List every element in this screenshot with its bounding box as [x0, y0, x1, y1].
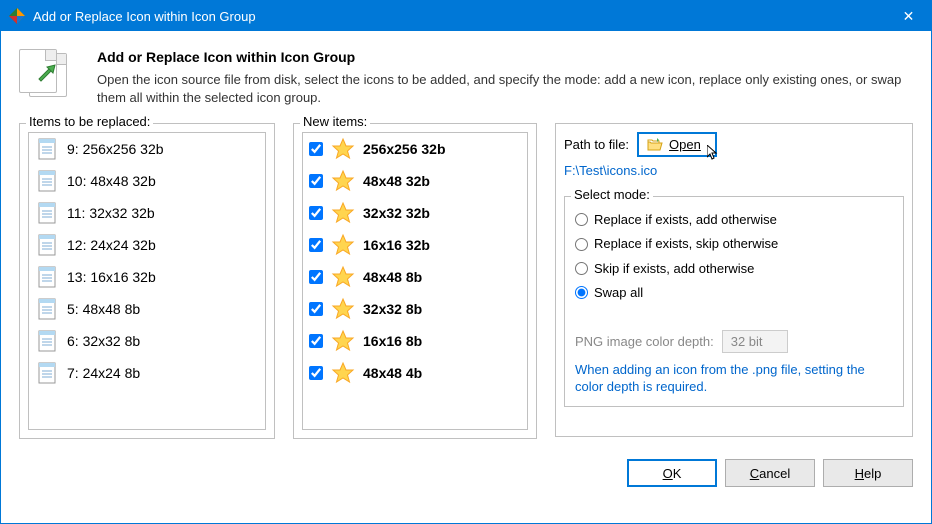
item-label: 12: 24x24 32b	[67, 237, 156, 253]
item-label: 13: 16x16 32b	[67, 269, 156, 285]
notepad-icon	[35, 265, 59, 289]
help-button[interactable]: Help	[823, 459, 913, 487]
notepad-icon	[35, 361, 59, 385]
folder-open-icon	[647, 138, 663, 152]
item-checkbox[interactable]	[309, 142, 323, 156]
mode-option[interactable]: Replace if exists, skip otherwise	[575, 231, 893, 255]
item-label: 256x256 32b	[363, 141, 446, 157]
mode-label: Swap all	[594, 285, 643, 300]
star-icon	[331, 137, 355, 161]
item-label: 5: 48x48 8b	[67, 301, 140, 317]
open-button-label: Open	[669, 137, 701, 152]
list-item[interactable]: 16x16 32b	[303, 229, 527, 261]
mode-label: Replace if exists, skip otherwise	[594, 237, 778, 252]
list-item[interactable]: 256x256 32b	[303, 133, 527, 165]
item-checkbox[interactable]	[309, 270, 323, 284]
png-depth-note: When adding an icon from the .png file, …	[575, 361, 893, 396]
mode-radio[interactable]	[575, 262, 588, 275]
notepad-icon	[35, 137, 59, 161]
item-label: 48x48 32b	[363, 173, 430, 189]
notepad-icon	[35, 297, 59, 321]
star-icon	[331, 361, 355, 385]
dialog-footer: OK Cancel Help	[1, 451, 931, 487]
mode-radio[interactable]	[575, 238, 588, 251]
list-item[interactable]: 32x32 32b	[303, 197, 527, 229]
mode-radio[interactable]	[575, 286, 588, 299]
item-checkbox[interactable]	[309, 334, 323, 348]
item-label: 32x32 32b	[363, 205, 430, 221]
list-item[interactable]: 5: 48x48 8b	[29, 293, 265, 325]
select-mode-label: Select mode:	[571, 187, 653, 202]
list-item[interactable]: 11: 32x32 32b	[29, 197, 265, 229]
notepad-icon	[35, 201, 59, 225]
header-description: Open the icon source file from disk, sel…	[97, 71, 913, 107]
close-icon: ✕	[903, 8, 915, 25]
ok-button[interactable]: OK	[627, 459, 717, 487]
item-checkbox[interactable]	[309, 206, 323, 220]
items-replaced-list[interactable]: 9: 256x256 32b 10: 48x48 32b 11: 32x32 3…	[28, 132, 266, 430]
mode-label: Replace if exists, add otherwise	[594, 212, 777, 227]
item-label: 32x32 8b	[363, 301, 422, 317]
notepad-icon	[35, 329, 59, 353]
notepad-icon	[35, 233, 59, 257]
item-checkbox[interactable]	[309, 366, 323, 380]
item-checkbox[interactable]	[309, 302, 323, 316]
item-label: 16x16 8b	[363, 333, 422, 349]
item-label: 6: 32x32 8b	[67, 333, 140, 349]
list-item[interactable]: 10: 48x48 32b	[29, 165, 265, 197]
close-button[interactable]: ✕	[886, 1, 931, 31]
cursor-icon	[707, 145, 719, 161]
new-items-label: New items:	[300, 114, 370, 129]
list-item[interactable]: 9: 256x256 32b	[29, 133, 265, 165]
star-icon	[331, 329, 355, 353]
mode-option[interactable]: Skip if exists, add otherwise	[575, 256, 893, 280]
list-item[interactable]: 32x32 8b	[303, 293, 527, 325]
item-label: 9: 256x256 32b	[67, 141, 164, 157]
items-replaced-label: Items to be replaced:	[26, 114, 153, 129]
png-depth-label: PNG image color depth:	[575, 334, 714, 349]
header-title: Add or Replace Icon within Icon Group	[97, 49, 913, 65]
list-item[interactable]: 12: 24x24 32b	[29, 229, 265, 261]
png-depth-select: 32 bit	[722, 330, 788, 353]
header-icon	[19, 49, 69, 97]
star-icon	[331, 169, 355, 193]
app-icon	[9, 8, 25, 24]
item-label: 11: 32x32 32b	[67, 205, 155, 221]
cancel-button[interactable]: Cancel	[725, 459, 815, 487]
item-checkbox[interactable]	[309, 238, 323, 252]
list-item[interactable]: 6: 32x32 8b	[29, 325, 265, 357]
open-button[interactable]: Open	[637, 132, 717, 157]
list-item[interactable]: 48x48 8b	[303, 261, 527, 293]
star-icon	[331, 201, 355, 225]
window-title: Add or Replace Icon within Icon Group	[33, 9, 886, 24]
new-items-list[interactable]: 256x256 32b 48x48 32b 32x32 32b 16x16 32…	[302, 132, 528, 430]
list-item[interactable]: 48x48 4b	[303, 357, 527, 389]
list-item[interactable]: 13: 16x16 32b	[29, 261, 265, 293]
item-label: 48x48 8b	[363, 269, 422, 285]
notepad-icon	[35, 169, 59, 193]
list-item[interactable]: 7: 24x24 8b	[29, 357, 265, 389]
list-item[interactable]: 48x48 32b	[303, 165, 527, 197]
path-to-file-label: Path to file:	[564, 137, 629, 152]
star-icon	[331, 297, 355, 321]
item-label: 48x48 4b	[363, 365, 422, 381]
path-value[interactable]: F:\Test\icons.ico	[564, 163, 904, 178]
mode-option[interactable]: Swap all	[575, 280, 893, 304]
mode-label: Skip if exists, add otherwise	[594, 261, 754, 276]
star-icon	[331, 265, 355, 289]
mode-radio[interactable]	[575, 213, 588, 226]
item-checkbox[interactable]	[309, 174, 323, 188]
dialog-header: Add or Replace Icon within Icon Group Op…	[1, 31, 931, 121]
item-label: 16x16 32b	[363, 237, 430, 253]
item-label: 7: 24x24 8b	[67, 365, 140, 381]
star-icon	[331, 233, 355, 257]
titlebar: Add or Replace Icon within Icon Group ✕	[1, 1, 931, 31]
mode-option[interactable]: Replace if exists, add otherwise	[575, 207, 893, 231]
list-item[interactable]: 16x16 8b	[303, 325, 527, 357]
item-label: 10: 48x48 32b	[67, 173, 156, 189]
